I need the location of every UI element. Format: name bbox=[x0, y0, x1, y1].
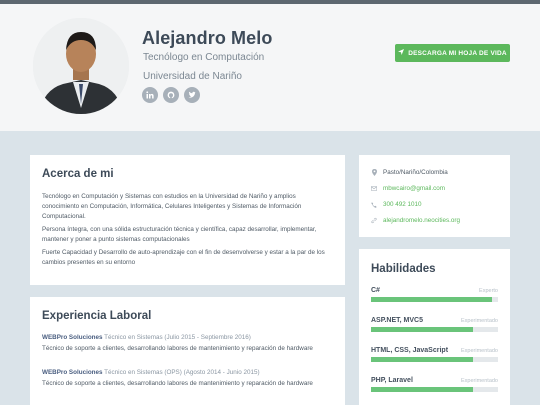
skill-bar-fill bbox=[371, 357, 473, 362]
contact-phone[interactable]: 300 492 1010 bbox=[371, 201, 422, 208]
location-text: Pasto/Nariño/Colombia bbox=[383, 169, 448, 176]
envelope-icon bbox=[371, 185, 377, 192]
about-heading: Acerca de mi bbox=[42, 168, 114, 180]
about-paragraph: Fuerte Capacidad y Desarrollo de auto-ap… bbox=[42, 249, 325, 267]
website-link[interactable]: alejandromelo.neocities.org bbox=[383, 217, 460, 224]
email-link[interactable]: mbwcairo@gmail.com bbox=[383, 185, 445, 192]
skill-name: PHP, Laravel bbox=[371, 377, 413, 384]
contact-card: Pasto/Nariño/Colombia mbwcairo@gmail.com… bbox=[359, 155, 510, 237]
contact-location: Pasto/Nariño/Colombia bbox=[371, 169, 448, 176]
skill-name: C# bbox=[371, 287, 380, 294]
twitter-icon[interactable] bbox=[184, 87, 200, 103]
about-paragraph: Persona íntegra, con una sólida estructu… bbox=[42, 226, 317, 244]
phone-link[interactable]: 300 492 1010 bbox=[383, 201, 422, 208]
skill-level: Experimentado bbox=[461, 378, 498, 384]
job-entry: WEBPro Soluciones Técnico en Sistemas (O… bbox=[42, 369, 342, 387]
skill-item: HTML, CSS, JavaScript Experimentado bbox=[371, 347, 498, 362]
linkedin-icon[interactable] bbox=[142, 87, 158, 103]
social-links bbox=[142, 87, 200, 103]
job-company: WEBPro Soluciones bbox=[42, 334, 103, 341]
contact-website[interactable]: alejandromelo.neocities.org bbox=[371, 217, 460, 224]
skill-item: C# Experto bbox=[371, 287, 498, 302]
job-description: Técnico de soporte a clientes, desarroll… bbox=[42, 345, 313, 352]
profile-university: Universidad de Nariño bbox=[143, 71, 242, 82]
profile-name: Alejandro Melo bbox=[142, 28, 273, 48]
about-card: Acerca de mi Tecnólogo en Computación y … bbox=[30, 155, 345, 285]
contact-email[interactable]: mbwcairo@gmail.com bbox=[371, 185, 445, 192]
about-text: Tecnólogo en Computación y Sistemas con … bbox=[42, 192, 334, 271]
send-icon bbox=[398, 49, 405, 57]
download-cv-label: DESCARGA MI HOJA DE VIDA bbox=[408, 49, 507, 57]
job-company: WEBPro Soluciones bbox=[42, 369, 103, 376]
skill-bar-fill bbox=[371, 387, 473, 392]
skill-level: Experto bbox=[479, 288, 498, 294]
avatar bbox=[33, 18, 129, 114]
phone-icon bbox=[371, 201, 377, 208]
about-paragraph: Tecnólogo en Computación y Sistemas con … bbox=[42, 193, 302, 221]
download-cv-button[interactable]: DESCARGA MI HOJA DE VIDA bbox=[395, 44, 510, 62]
skill-name: ASP.NET, MVC5 bbox=[371, 317, 423, 324]
skills-heading: Habilidades bbox=[371, 263, 436, 275]
experience-heading: Experiencia Laboral bbox=[42, 310, 152, 322]
skill-bar bbox=[371, 357, 498, 362]
skill-level: Experimentado bbox=[461, 348, 498, 354]
skill-item: ASP.NET, MVC5 Experimentado bbox=[371, 317, 498, 332]
job-entry: WEBPro Soluciones Técnico en Sistemas (J… bbox=[42, 334, 342, 352]
skills-card: Habilidades C# Experto ASP.NET, MVC5 Exp… bbox=[359, 249, 510, 405]
skill-bar bbox=[371, 327, 498, 332]
skill-bar-fill bbox=[371, 327, 473, 332]
experience-card: Experiencia Laboral WEBPro Soluciones Té… bbox=[30, 297, 345, 405]
map-pin-icon bbox=[371, 169, 377, 176]
job-role: Técnico en Sistemas (OPS) (Agosto 2014 -… bbox=[102, 369, 260, 376]
job-role: Técnico en Sistemas (Julio 2015 - Septie… bbox=[102, 334, 251, 341]
profile-header: Alejandro Melo Tecnólogo en Computación … bbox=[0, 4, 540, 131]
github-icon[interactable] bbox=[163, 87, 179, 103]
skill-item: PHP, Laravel Experimentado bbox=[371, 377, 498, 392]
link-icon bbox=[371, 217, 377, 224]
job-description: Técnico de soporte a clientes, desarroll… bbox=[42, 380, 313, 387]
skill-bar bbox=[371, 387, 498, 392]
skill-name: HTML, CSS, JavaScript bbox=[371, 347, 449, 354]
skill-level: Experimentado bbox=[461, 318, 498, 324]
skill-bar-fill bbox=[371, 297, 492, 302]
skill-bar bbox=[371, 297, 498, 302]
profile-title: Tecnólogo en Computación bbox=[143, 52, 265, 63]
